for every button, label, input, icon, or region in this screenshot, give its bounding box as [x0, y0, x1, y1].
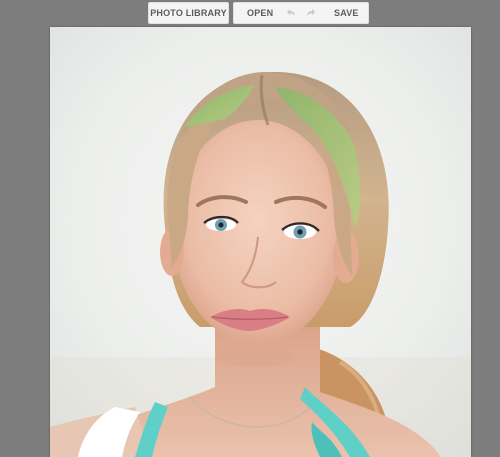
undo-icon[interactable]	[284, 6, 298, 20]
file-actions-group: OPEN SAVE	[233, 2, 369, 24]
save-button[interactable]: SAVE	[334, 3, 359, 23]
open-button[interactable]: OPEN	[247, 3, 273, 23]
redo-icon[interactable]	[304, 6, 318, 20]
photo-library-button[interactable]: PHOTO LIBRARY	[148, 2, 229, 24]
photo-canvas[interactable]	[50, 27, 471, 457]
editor-toolbar: PHOTO LIBRARY OPEN SAVE	[0, 2, 500, 25]
portrait-photo	[50, 27, 471, 457]
